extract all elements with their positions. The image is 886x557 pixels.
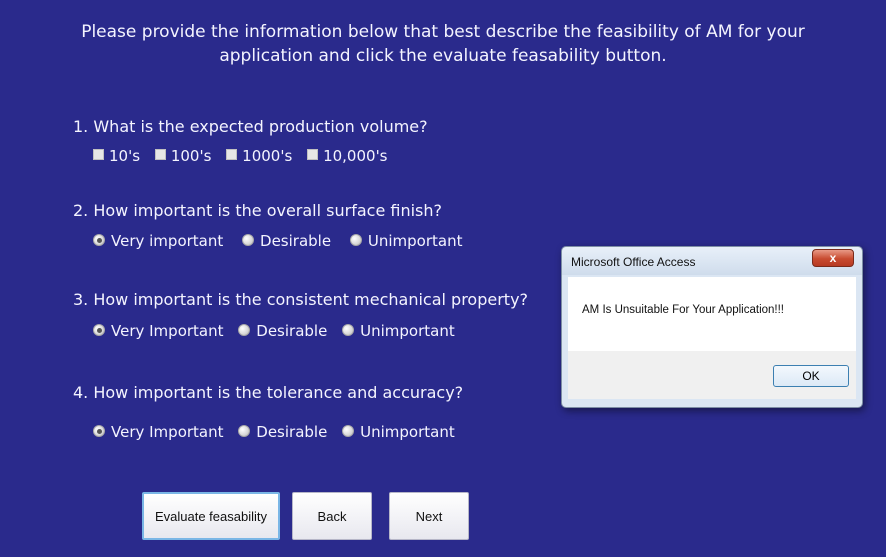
radio-very-important[interactable]: [93, 425, 105, 437]
question-tolerance-accuracy: 4. How important is the tolerance and ac…: [73, 383, 464, 402]
production-volume-options: 10's 100's 1000's 10,000's: [93, 147, 398, 165]
option-desirable[interactable]: Desirable: [238, 322, 327, 340]
instructions-text: Please provide the information below tha…: [20, 20, 866, 68]
option-10s[interactable]: 10's: [93, 147, 140, 165]
option-unimportant[interactable]: Unimportant: [349, 232, 463, 250]
radio-very-important[interactable]: [93, 324, 105, 336]
option-1000s[interactable]: 1000's: [226, 147, 292, 165]
option-label: Unimportant: [360, 423, 455, 441]
radio-unimportant[interactable]: [342, 425, 355, 437]
surface-finish-options: Very important Desirable Unimportant: [93, 232, 472, 250]
radio-desirable[interactable]: [238, 425, 251, 437]
dialog-message: AM Is Unsuitable For Your Application!!!: [582, 304, 784, 316]
question-mechanical-property: 3. How important is the consistent mecha…: [73, 290, 529, 309]
option-100s[interactable]: 100's: [154, 147, 212, 165]
option-label: Desirable: [256, 322, 328, 340]
option-label: Desirable: [256, 423, 328, 441]
checkbox-100s[interactable]: [154, 149, 166, 160]
message-dialog: Microsoft Office Access x AM Is Unsuitab…: [561, 246, 863, 408]
dialog-titlebar[interactable]: Microsoft Office Access x: [562, 247, 862, 275]
option-10000s[interactable]: 10,000's: [307, 147, 388, 165]
dialog-title: Microsoft Office Access: [571, 255, 696, 269]
back-button[interactable]: Back: [292, 492, 372, 540]
option-label: Very Important: [111, 423, 224, 441]
option-label: Unimportant: [360, 322, 455, 340]
option-very-important[interactable]: Very Important: [93, 423, 224, 441]
radio-desirable[interactable]: [238, 324, 251, 336]
checkbox-10000s[interactable]: [307, 149, 319, 160]
option-label: Very important: [111, 232, 224, 250]
tolerance-accuracy-options: Very Important Desirable Unimportant: [93, 423, 465, 441]
close-icon[interactable]: x: [812, 249, 854, 267]
dialog-footer: OK: [568, 351, 856, 399]
mechanical-property-options: Very Important Desirable Unimportant: [93, 322, 465, 340]
option-unimportant[interactable]: Unimportant: [342, 423, 455, 441]
next-button[interactable]: Next: [389, 492, 469, 540]
question-surface-finish: 2. How important is the overall surface …: [73, 201, 442, 220]
checkbox-1000s[interactable]: [226, 149, 238, 160]
option-very-important[interactable]: Very Important: [93, 322, 224, 340]
instructions-line-1: Please provide the information below tha…: [81, 22, 805, 42]
instructions-line-2: application and click the evaluate feasa…: [219, 46, 667, 66]
option-desirable[interactable]: Desirable: [238, 423, 327, 441]
option-label: Desirable: [260, 232, 332, 250]
radio-desirable[interactable]: [242, 234, 255, 246]
option-label: Unimportant: [367, 232, 463, 250]
dialog-body: AM Is Unsuitable For Your Application!!!: [568, 277, 856, 351]
checkbox-10s[interactable]: [93, 149, 104, 160]
radio-very-important[interactable]: [93, 234, 105, 246]
option-label: 10,000's: [323, 147, 388, 165]
option-label: 10's: [109, 147, 141, 165]
radio-unimportant[interactable]: [342, 324, 355, 336]
ok-button[interactable]: OK: [773, 365, 849, 387]
evaluate-feasibility-button[interactable]: Evaluate feasability: [142, 492, 280, 540]
option-label: Very Important: [111, 322, 224, 340]
option-very-important[interactable]: Very important: [93, 232, 223, 250]
option-unimportant[interactable]: Unimportant: [342, 322, 455, 340]
question-production-volume: 1. What is the expected production volum…: [73, 117, 428, 136]
option-label: 100's: [170, 147, 212, 165]
option-label: 1000's: [242, 147, 293, 165]
option-desirable[interactable]: Desirable: [242, 232, 331, 250]
radio-unimportant[interactable]: [349, 234, 362, 246]
